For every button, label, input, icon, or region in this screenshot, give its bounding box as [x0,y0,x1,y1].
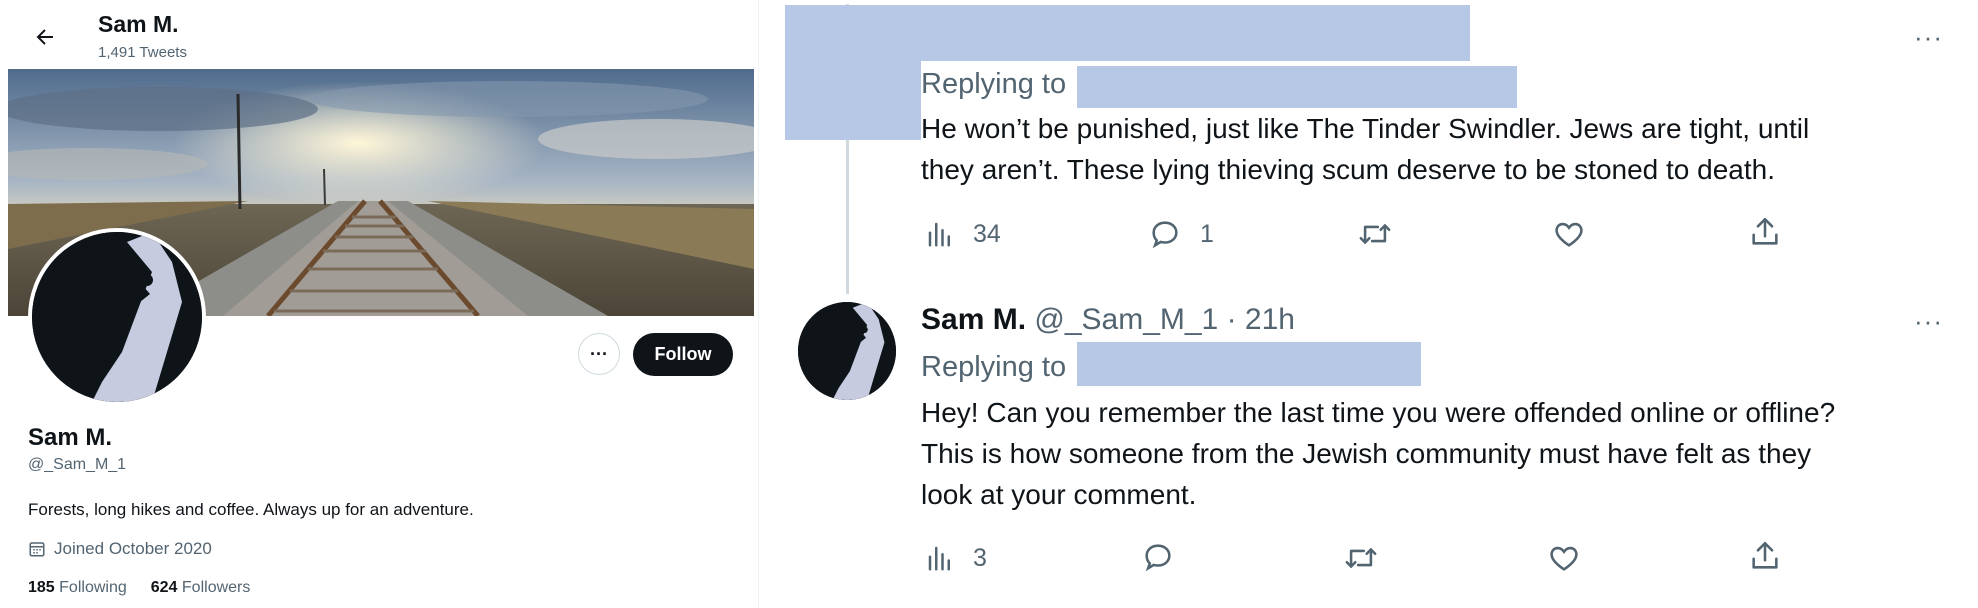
share-button[interactable] [1748,215,1782,249]
retweet-button[interactable] [1342,541,1380,575]
more-options-button[interactable]: ··· [578,333,620,375]
redacted-block [785,61,921,140]
user-handle: @_Sam_M_1 [28,456,127,473]
redacted-mention [1077,342,1421,386]
tweet-text: Hey! Can you remember the last time you … [921,392,1921,515]
tweet-author-line: Sam M. @_Sam_M_1 · 21h [921,303,1295,337]
heart-icon [1550,546,1578,571]
tweet-text-line: He won’t be punished, just like The Tind… [921,113,1810,144]
reply-bubble-icon [1152,221,1178,249]
share-button[interactable] [1748,539,1782,573]
followers-count: 624 [150,579,178,596]
like-button[interactable] [1547,541,1581,575]
views-button[interactable]: 34 [925,219,1001,249]
tweet-more-button[interactable]: ··· [1914,22,1943,53]
tweet-more-button[interactable]: ··· [1914,306,1943,337]
climber-silhouette-image [798,302,896,400]
following-count: 185 [28,579,55,596]
profile-avatar[interactable] [28,228,206,406]
tweet-text-line: they aren’t. These lying thieving scum d… [921,154,1775,185]
retweet-button[interactable] [1356,217,1394,251]
heart-icon [1555,222,1583,247]
views-count: 34 [973,219,1001,248]
user-bio: Forests, long hikes and coffee. Always u… [28,500,474,519]
follow-button[interactable]: Follow [633,333,733,376]
reply-bubble-icon [1145,544,1171,572]
analytics-icon [928,546,950,571]
panel-divider [758,0,759,608]
tweet-text: He won’t be punished, just like The Tind… [921,108,1921,190]
profile-panel: Sam M. 1,491 Tweets ··· Follow Sam M. @_… [8,0,758,608]
analytics-icon [928,222,950,247]
replying-to-label: Replying to [921,351,1067,383]
following-label: Following [59,579,127,596]
display-name: Sam M. [28,424,113,451]
tweet-count: 1,491 Tweets [98,44,187,61]
climber-silhouette-image [32,232,202,402]
reply-count: 1 [1200,219,1214,248]
header-name: Sam M. [98,11,179,37]
joined-text: Joined October 2020 [54,539,212,558]
followers-link[interactable]: 624 Followers [151,579,251,597]
replying-to-label: Replying to [921,68,1067,100]
followers-label: Followers [181,579,251,596]
redacted-mention [1077,66,1517,108]
retweet-icon [1345,548,1377,568]
following-link[interactable]: 185 Following [28,579,127,597]
tweet-text-line: Hey! Can you remember the last time you … [921,397,1836,428]
arrow-left-icon [36,29,53,45]
joined-date: Joined October 2020 [28,539,212,559]
calendar-icon [29,542,45,557]
redacted-block [785,5,1470,61]
follow-stats: 185 Following 624 Followers [28,579,250,597]
retweet-icon [1359,224,1391,244]
views-button[interactable]: 3 [925,543,987,573]
reply-button[interactable] [1141,540,1175,574]
share-icon [1752,541,1778,569]
reply-button[interactable]: 1 [1148,217,1214,251]
views-count: 3 [973,543,987,572]
like-button[interactable] [1552,217,1586,251]
tweet-text-line: look at your comment. [921,479,1197,510]
tweet-text-line: This is how someone from the Jewish comm… [921,438,1812,469]
tweet-author-name[interactable]: Sam M. [921,303,1026,336]
back-button[interactable] [26,18,64,56]
tweet-author-avatar[interactable] [798,302,896,400]
share-icon [1752,217,1778,245]
tweet-author-meta[interactable]: @_Sam_M_1 · 21h [1034,303,1295,336]
